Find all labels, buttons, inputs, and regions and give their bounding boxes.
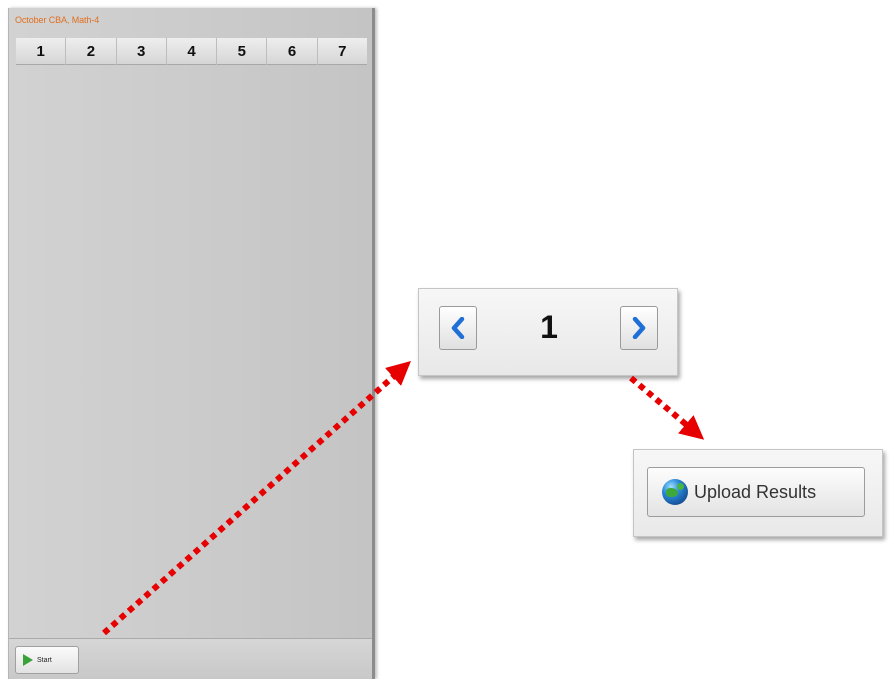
callout-arrows — [102, 361, 705, 636]
arrow-start-to-pager — [102, 361, 411, 636]
arrow-pager-to-upload — [629, 375, 705, 440]
